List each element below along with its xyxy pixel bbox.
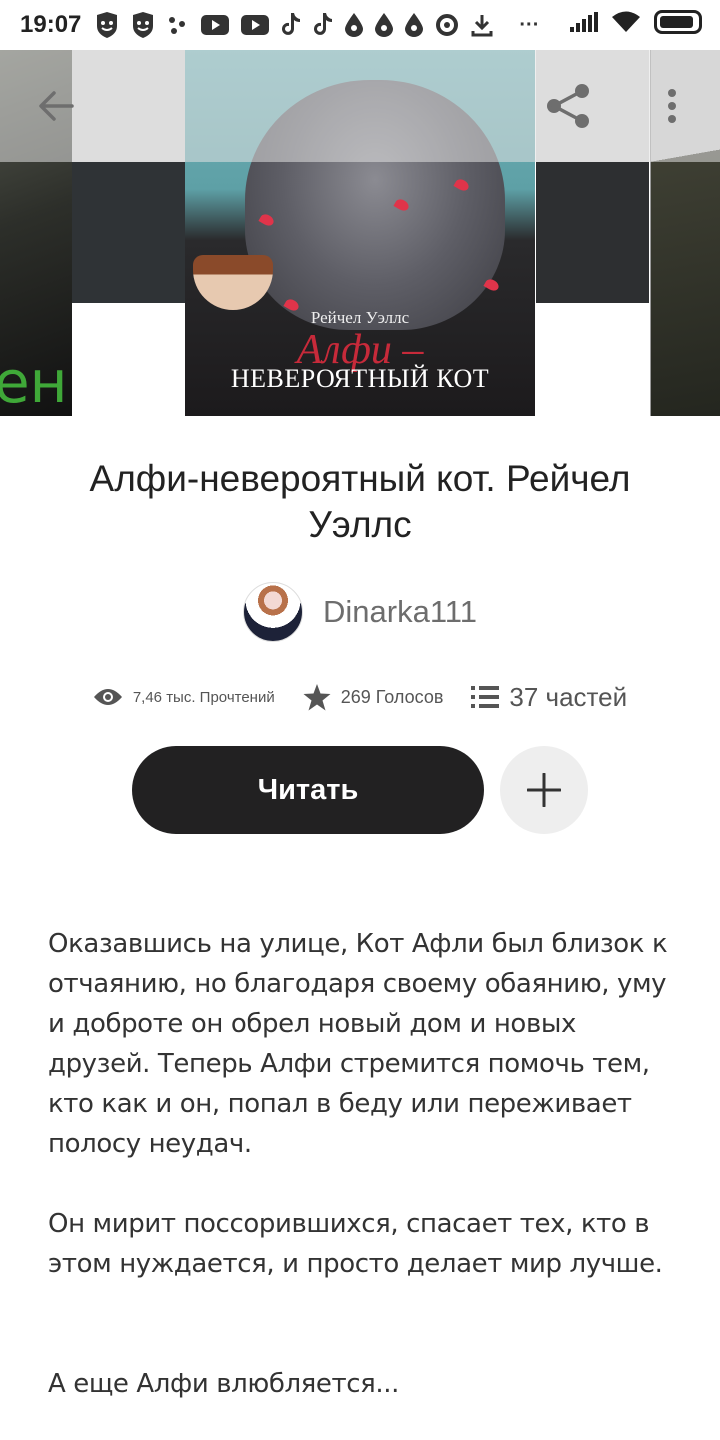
votes-stat: 269 Голосов [303, 683, 444, 711]
status-bar: 19:07 ··· [0, 0, 720, 50]
share-button[interactable] [540, 78, 596, 134]
arrow-left-icon [39, 91, 74, 121]
back-button[interactable] [28, 78, 84, 134]
status-time: 19:07 [20, 11, 82, 38]
description-paragraph: Оказавшись на улице, Кот Афли был близок… [48, 929, 668, 1159]
description-paragraph: А еще Алфи влюбляется... [48, 1369, 399, 1399]
cover-title-text: НЕВЕРОЯТНЫЙ КОТ [230, 364, 490, 393]
reads-stat: 7,46 тыс. Прочтений [93, 687, 275, 707]
drop-icon [375, 13, 394, 37]
share-icon [547, 84, 589, 128]
top-toolbar [0, 50, 720, 162]
more-options-button[interactable] [652, 78, 692, 134]
star-icon [303, 683, 331, 710]
tiktok-icon [314, 13, 333, 35]
youtube-icon [241, 15, 270, 35]
cover-bowl-illustration [193, 255, 273, 310]
shield-app-icon [133, 12, 154, 38]
author-avatar[interactable] [243, 582, 304, 642]
tiktok-icon [282, 13, 301, 35]
more-vertical-icon [668, 89, 676, 123]
notification-icons: ··· [95, 12, 539, 38]
add-to-library-button[interactable] [500, 746, 588, 834]
drop-icon [345, 13, 364, 37]
previous-cover-text: ен [0, 348, 68, 416]
status-indicators [570, 10, 702, 34]
youtube-icon [201, 15, 230, 35]
read-button[interactable]: Читать [132, 746, 484, 834]
votes-count: 269 Голосов [340, 686, 444, 707]
author-row[interactable]: Dinarka111 [0, 580, 720, 644]
plus-icon [527, 773, 561, 807]
description-paragraph: Он мирит поссорившихся, спасает тех, кто… [48, 1209, 663, 1279]
battery-icon [654, 10, 702, 34]
book-stats: 7,46 тыс. Прочтений 269 Голосов 37 часте… [0, 676, 720, 718]
book-title: Алфи-невероятный кот. Рейчел Уэллс [89, 458, 631, 545]
wifi-icon [612, 11, 640, 32]
cover-petal [483, 277, 501, 293]
signal-icon [570, 12, 598, 32]
book-description: Оказавшись на улице, Кот Афли был близок… [48, 924, 678, 1440]
reads-count: 7,46 тыс. Прочтений [132, 688, 275, 706]
download-icon [471, 15, 493, 37]
author-name[interactable]: Dinarka111 [323, 594, 477, 630]
parts-count[interactable]: 37 частей [509, 682, 627, 713]
shield-app-icon [97, 12, 118, 38]
list-icon [471, 686, 500, 708]
sync-icon [436, 14, 459, 36]
parts-stat[interactable]: 37 частей [471, 682, 627, 713]
more-notifications-icon: ··· [519, 13, 540, 36]
drop-icon [405, 13, 424, 37]
cover-author-text: Рейчел Уэллс [310, 308, 410, 327]
dots-app-icon [169, 17, 186, 34]
eye-icon [93, 689, 122, 705]
